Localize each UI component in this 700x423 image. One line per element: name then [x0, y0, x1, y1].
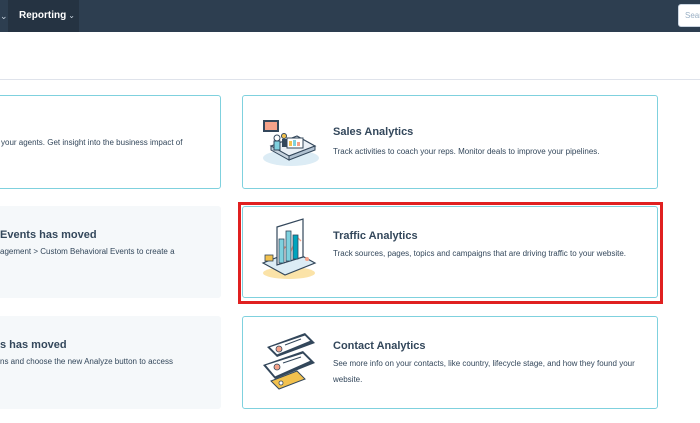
- selection-highlight-box: [238, 202, 663, 304]
- card-description: Track activities to coach your reps. Mon…: [333, 147, 600, 156]
- card-description: agement > Custom Behavioral Events to cr…: [0, 247, 175, 256]
- card-title: Contact Analytics: [333, 340, 426, 352]
- left-card-moved: s has moved ns and choose the new Analyz…: [0, 316, 221, 409]
- card-description: ns and choose the new Analyze button to …: [0, 357, 174, 366]
- nav-item-reporting[interactable]: Reporting ⌄: [8, 0, 79, 32]
- card-title: Sales Analytics: [333, 126, 414, 138]
- card-title: Events has moved: [0, 229, 97, 241]
- card-title: s has moved: [0, 339, 67, 351]
- search-input[interactable]: Search: [678, 4, 700, 27]
- sales-analytics-card[interactable]: Sales Analytics Track activities to coac…: [242, 95, 658, 189]
- contact-analytics-illustration-icon: [263, 333, 315, 390]
- card-description: your agents. Get insight into the busine…: [1, 138, 183, 147]
- top-navigation: ⌄ Reporting⌄ Search: [0, 0, 700, 32]
- contact-analytics-card[interactable]: Contact Analytics See more info on your …: [242, 316, 658, 409]
- card-description: See more info on your contacts, like cou…: [333, 359, 635, 384]
- left-card-events-moved: Events has moved agement > Custom Behavi…: [0, 206, 221, 298]
- chevron-down-icon[interactable]: ⌄: [0, 8, 8, 24]
- nav-item-label: Reporting: [19, 10, 67, 21]
- sales-analytics-illustration-icon: [263, 120, 319, 166]
- chevron-down-icon: ⌄: [68, 11, 75, 20]
- header-divider: [0, 79, 700, 80]
- left-card-1[interactable]: your agents. Get insight into the busine…: [0, 95, 221, 189]
